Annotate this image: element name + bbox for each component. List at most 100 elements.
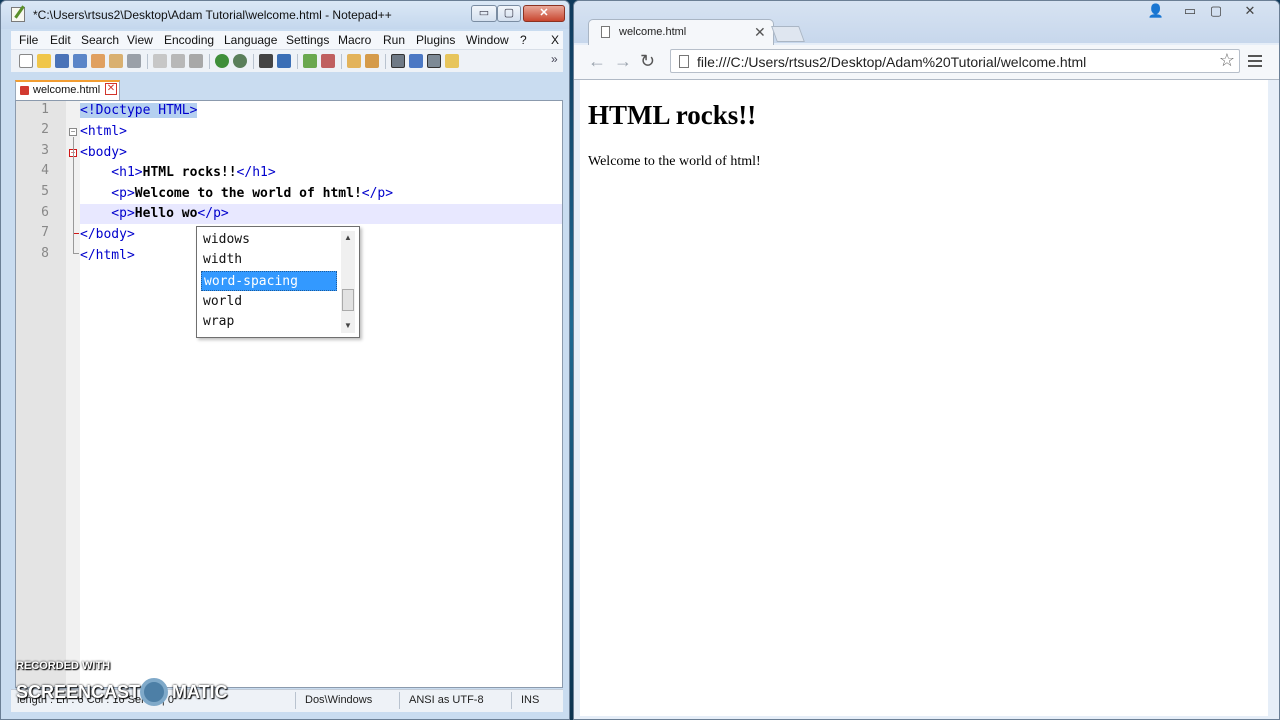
menu-window[interactable]: Window — [466, 33, 509, 47]
notepad-app-icon — [11, 7, 25, 22]
browser-tab-close-icon[interactable]: ✕ — [754, 24, 766, 41]
scroll-down-icon[interactable]: ▼ — [344, 321, 352, 330]
sync-horizontal-icon[interactable] — [365, 54, 379, 68]
close-button[interactable]: ✕ — [523, 5, 565, 22]
autocomplete-item[interactable]: widows — [201, 230, 337, 250]
browser-window: welcome.html ✕ 👤 ▭ ▢ ✕ ← → ↻ file:///C:/… — [573, 0, 1280, 720]
tab-welcome-html[interactable]: welcome.html ✕ — [15, 80, 120, 100]
close-all-icon[interactable] — [109, 54, 123, 68]
menu-help[interactable]: ? — [520, 33, 527, 47]
status-insert-mode: INS — [521, 694, 540, 706]
line-number: 6 — [41, 205, 49, 220]
browser-toolbar: ← → ↻ file:///C:/Users/rtsus2/Desktop/Ad… — [574, 45, 1279, 80]
page-paragraph: Welcome to the world of html! — [588, 154, 761, 169]
browser-close-button[interactable]: ✕ — [1238, 4, 1262, 20]
code-line: </html> — [80, 248, 135, 263]
replace-icon[interactable] — [277, 54, 291, 68]
zoom-in-icon[interactable] — [303, 54, 317, 68]
paste-icon[interactable] — [189, 54, 203, 68]
menu-macro[interactable]: Macro — [338, 33, 371, 47]
code-editor[interactable]: 1 2 3 4 5 6 7 8 − − <!Doctype HTML> <htm… — [15, 100, 563, 688]
forward-icon[interactable]: → — [614, 51, 632, 72]
toolbar: » — [11, 50, 563, 72]
new-tab-button[interactable] — [771, 26, 805, 42]
address-bar[interactable]: file:///C:/Users/rtsus2/Desktop/Adam%20T… — [670, 49, 1240, 73]
window-title: *C:\Users\rtsus2\Desktop\Adam Tutorial\w… — [33, 8, 392, 22]
menu-bar: File Edit Search View Encoding Language … — [11, 31, 563, 50]
indent-guide-icon[interactable] — [427, 54, 441, 68]
browser-tab-title: welcome.html — [619, 26, 687, 38]
cut-icon[interactable] — [153, 54, 167, 68]
autocomplete-scrollbar[interactable]: ▲ ▼ — [341, 231, 355, 333]
page-heading: HTML rocks!! — [588, 100, 757, 130]
autocomplete-item-selected[interactable]: word-spacing — [201, 271, 337, 291]
save-icon[interactable] — [55, 54, 69, 68]
page-content: HTML rocks!! Welcome to the world of htm… — [580, 80, 1268, 716]
menu-run[interactable]: Run — [383, 33, 405, 47]
line-number: 7 — [41, 225, 49, 240]
reload-icon[interactable]: ↻ — [640, 51, 655, 72]
bookmark-star-icon[interactable]: ☆ — [1219, 50, 1235, 71]
menu-search[interactable]: Search — [81, 33, 119, 47]
tab-label: welcome.html — [33, 84, 101, 96]
code-line: <h1>HTML rocks!!</h1> — [80, 165, 276, 180]
user-icon[interactable]: 👤 — [1144, 4, 1168, 20]
show-all-chars-icon[interactable] — [409, 54, 423, 68]
fold-toggle-html-icon[interactable]: − — [69, 128, 77, 136]
line-number: 8 — [41, 246, 49, 261]
menu-view[interactable]: View — [127, 33, 153, 47]
browser-minimize-button[interactable]: ▭ — [1178, 4, 1202, 20]
page-icon — [601, 26, 610, 38]
title-bar[interactable]: *C:\Users\rtsus2\Desktop\Adam Tutorial\w… — [1, 1, 569, 29]
new-file-icon[interactable] — [19, 54, 33, 68]
maximize-button[interactable]: ▢ — [497, 5, 521, 22]
tab-close-icon[interactable]: ✕ — [105, 83, 117, 95]
line-number: 3 — [41, 143, 49, 158]
zoom-out-icon[interactable] — [321, 54, 335, 68]
unsaved-disk-icon — [20, 86, 29, 95]
scroll-thumb[interactable] — [342, 289, 354, 311]
status-eol: Dos\Windows — [305, 694, 373, 706]
chrome-menu-icon[interactable] — [1248, 55, 1262, 67]
word-wrap-icon[interactable] — [391, 54, 405, 68]
line-number: 1 — [41, 102, 49, 117]
line-number: 4 — [41, 163, 49, 178]
copy-icon[interactable] — [171, 54, 185, 68]
autocomplete-item[interactable]: world — [201, 292, 337, 312]
scroll-up-icon[interactable]: ▲ — [344, 233, 352, 242]
close-file-icon[interactable] — [91, 54, 105, 68]
url-text: file:///C:/Users/rtsus2/Desktop/Adam%20T… — [697, 54, 1087, 70]
back-icon[interactable]: ← — [588, 51, 606, 72]
menu-encoding[interactable]: Encoding — [164, 33, 214, 47]
minimize-button[interactable]: ▭ — [471, 5, 497, 22]
print-icon[interactable] — [127, 54, 141, 68]
line-number: 2 — [41, 122, 49, 137]
notepad-window: *C:\Users\rtsus2\Desktop\Adam Tutorial\w… — [0, 0, 570, 720]
browser-tab-welcome[interactable]: welcome.html ✕ — [588, 19, 774, 45]
line-number: 5 — [41, 184, 49, 199]
autocomplete-popup: widows width word-spacing world wrap ▲ ▼ — [196, 226, 360, 338]
menu-language[interactable]: Language — [224, 33, 277, 47]
save-all-icon[interactable] — [73, 54, 87, 68]
autocomplete-item[interactable]: width — [201, 250, 337, 270]
menu-close-doc[interactable]: X — [551, 33, 559, 47]
menu-settings[interactable]: Settings — [286, 33, 329, 47]
code-line: <p>Welcome to the world of html!</p> — [80, 186, 394, 201]
toolbar-overflow-icon[interactable]: » — [551, 52, 558, 66]
find-icon[interactable] — [259, 54, 273, 68]
sync-vertical-icon[interactable] — [347, 54, 361, 68]
status-encoding: ANSI as UTF-8 — [409, 694, 484, 706]
menu-edit[interactable]: Edit — [50, 33, 71, 47]
autocomplete-item[interactable]: wrap — [201, 312, 337, 332]
undo-icon[interactable] — [215, 54, 229, 68]
redo-icon[interactable] — [233, 54, 247, 68]
browser-title-bar[interactable]: welcome.html ✕ 👤 ▭ ▢ ✕ — [574, 1, 1279, 45]
code-line: <!Doctype HTML> — [80, 103, 198, 118]
browser-maximize-button[interactable]: ▢ — [1204, 4, 1228, 20]
menu-file[interactable]: File — [19, 33, 38, 47]
code-line: <html> — [80, 124, 127, 139]
page-icon — [679, 55, 689, 68]
open-file-icon[interactable] — [37, 54, 51, 68]
folder-icon[interactable] — [445, 54, 459, 68]
menu-plugins[interactable]: Plugins — [416, 33, 455, 47]
